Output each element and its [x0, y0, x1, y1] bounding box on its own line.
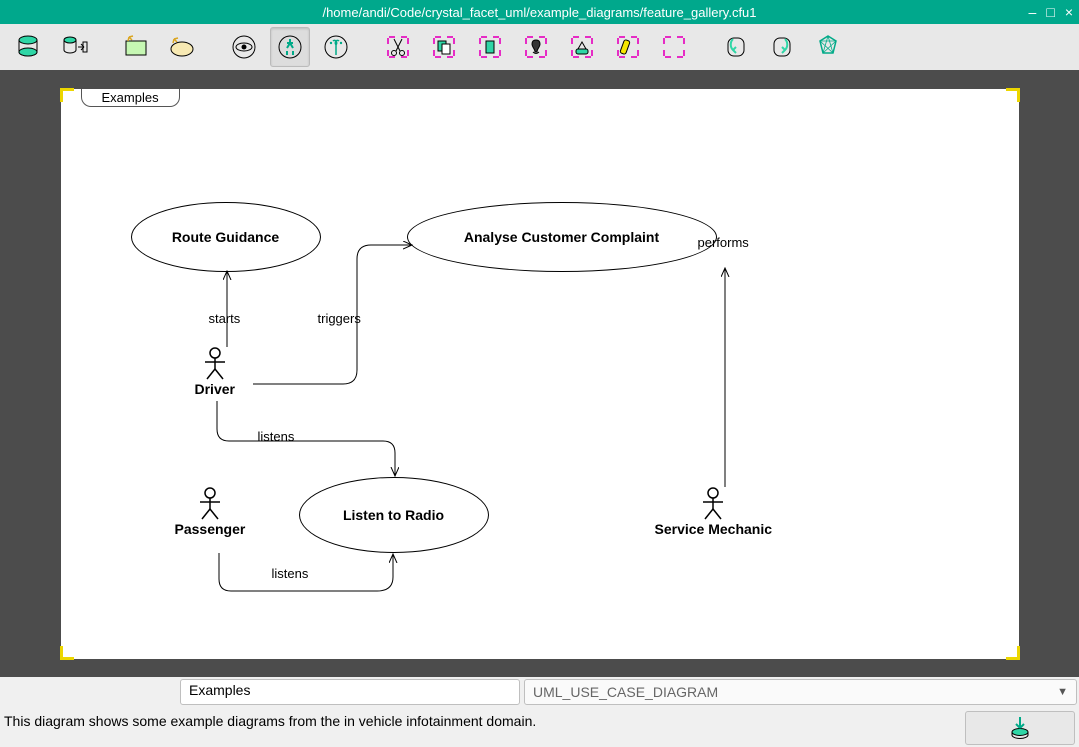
usecase-analyse-complaint[interactable]: Analyse Customer Complaint	[407, 202, 717, 272]
database-icon[interactable]	[8, 27, 48, 67]
edge-label-starts[interactable]: starts	[209, 311, 241, 326]
actor-label: Service Mechanic	[655, 521, 773, 537]
new-view-icon[interactable]	[162, 27, 202, 67]
actor-driver[interactable]: Driver	[195, 347, 235, 397]
instance-icon[interactable]	[562, 27, 602, 67]
about-icon[interactable]	[808, 27, 848, 67]
undo-icon[interactable]	[716, 27, 756, 67]
paste-icon[interactable]	[470, 27, 510, 67]
type-select-value: UML_USE_CASE_DIAGRAM	[533, 684, 718, 700]
minimize-button[interactable]: –	[1029, 4, 1037, 20]
edge-label-listens2[interactable]: listens	[272, 566, 309, 581]
actor-mechanic[interactable]: Service Mechanic	[655, 487, 773, 537]
create-icon[interactable]	[316, 27, 356, 67]
properties-bar: Examples UML_USE_CASE_DIAGRAM ▼	[0, 677, 1079, 707]
actor-label: Passenger	[175, 521, 246, 537]
highlight-icon[interactable]	[608, 27, 648, 67]
name-input[interactable]: Examples	[180, 679, 520, 705]
delete-icon[interactable]	[516, 27, 556, 67]
reset-icon[interactable]	[654, 27, 694, 67]
canvas-area: Examples starts triggers performs listen…	[0, 70, 1079, 677]
commit-button[interactable]	[965, 711, 1075, 745]
usecase-listen-radio[interactable]: Listen to Radio	[299, 477, 489, 553]
edge-label-triggers[interactable]: triggers	[318, 311, 361, 326]
view-icon[interactable]	[224, 27, 264, 67]
description-row: This diagram shows some example diagrams…	[0, 707, 1079, 747]
edge-label-listens1[interactable]: listens	[258, 429, 295, 444]
copy-icon[interactable]	[424, 27, 464, 67]
cut-icon[interactable]	[378, 27, 418, 67]
actor-label: Driver	[195, 381, 235, 397]
new-window-icon[interactable]	[116, 27, 156, 67]
titlebar: /home/andi/Code/crystal_facet_uml/exampl…	[0, 0, 1079, 24]
window-controls: – □ ×	[1029, 0, 1073, 24]
edit-icon[interactable]	[270, 27, 310, 67]
chevron-down-icon: ▼	[1057, 686, 1068, 698]
description-text[interactable]: This diagram shows some example diagrams…	[4, 711, 957, 729]
maximize-button[interactable]: □	[1046, 4, 1054, 20]
usecase-route-guidance[interactable]: Route Guidance	[131, 202, 321, 272]
toolbar	[0, 24, 1079, 70]
window-title: /home/andi/Code/crystal_facet_uml/exampl…	[322, 5, 756, 20]
actor-passenger[interactable]: Passenger	[175, 487, 246, 537]
type-select[interactable]: UML_USE_CASE_DIAGRAM ▼	[524, 679, 1077, 705]
export-icon[interactable]	[54, 27, 94, 67]
diagram-canvas[interactable]: Examples starts triggers performs listen…	[61, 89, 1019, 659]
redo-icon[interactable]	[762, 27, 802, 67]
close-button[interactable]: ×	[1065, 4, 1073, 20]
